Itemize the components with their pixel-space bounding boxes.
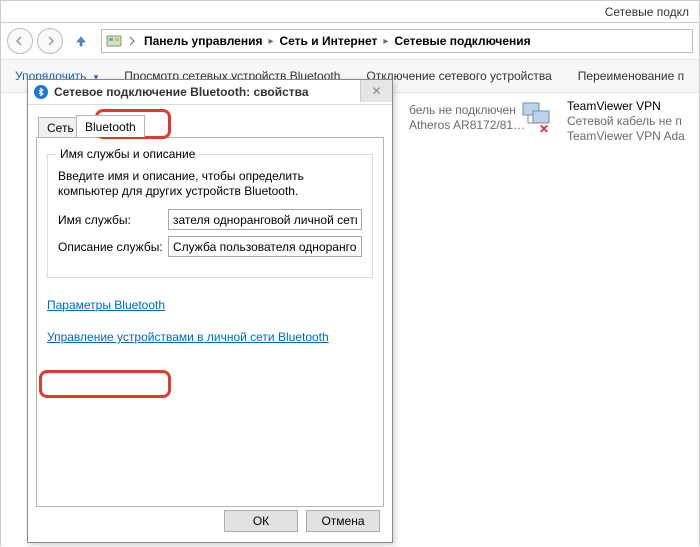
- close-button[interactable]: ✕: [360, 80, 392, 102]
- address-bar[interactable]: Панель управления ▸ Сеть и Интернет ▸ Се…: [101, 29, 693, 53]
- link-manage-pan[interactable]: Управление устройствами в личной сети Bl…: [47, 330, 329, 344]
- up-button[interactable]: [71, 31, 91, 51]
- network-item-status: Сетевой кабель не п: [567, 114, 685, 129]
- breadcrumb: Панель управления ▸ Сеть и Интернет ▸ Се…: [142, 32, 533, 50]
- dialog-titlebar[interactable]: Сетевое подключение Bluetooth: свойства …: [28, 80, 392, 105]
- service-name-input[interactable]: [168, 209, 362, 230]
- crumb-network-internet[interactable]: Сеть и Интернет: [278, 32, 380, 50]
- chevron-right-icon: [128, 35, 136, 47]
- network-item-title: TeamViewer VPN: [567, 99, 685, 114]
- service-desc-label: Описание службы:: [58, 240, 168, 254]
- link-bluetooth-params[interactable]: Параметры Bluetooth: [47, 298, 165, 312]
- bluetooth-icon: [34, 85, 48, 99]
- group-description: Введите имя и описание, чтобы определить…: [58, 169, 362, 199]
- group-legend: Имя службы и описание: [56, 147, 199, 161]
- svg-text:✕: ✕: [539, 122, 549, 135]
- network-item-text: TeamViewer VPN Сетевой кабель не п TeamV…: [567, 99, 685, 144]
- control-panel-icon: [106, 33, 122, 49]
- chevron-right-icon: ▸: [266, 36, 275, 47]
- rename-device[interactable]: Переименование п: [578, 69, 684, 83]
- chevron-right-icon: ▸: [381, 36, 390, 47]
- crumb-control-panel[interactable]: Панель управления: [142, 32, 264, 50]
- ok-button[interactable]: ОК: [224, 510, 298, 532]
- tab-strip: Сеть Bluetooth: [36, 115, 384, 137]
- window-title: Сетевые подкл: [605, 5, 689, 19]
- partial-item-text: бель не подключен Atheros AR8172/81…: [409, 103, 525, 133]
- close-icon: ✕: [371, 84, 381, 98]
- network-adapter-icon: ✕: [519, 99, 559, 135]
- network-item-teamviewer[interactable]: ✕ TeamViewer VPN Сетевой кабель не п Tea…: [519, 99, 691, 144]
- row-service-name: Имя службы:: [58, 209, 362, 230]
- network-item-adapter: TeamViewer VPN Ada: [567, 129, 685, 144]
- crumb-network-connections[interactable]: Сетевые подключения: [392, 32, 532, 50]
- back-button[interactable]: [7, 28, 33, 54]
- tab-panel: Имя службы и описание Введите имя и опис…: [36, 137, 384, 507]
- forward-button[interactable]: [37, 28, 63, 54]
- disable-device[interactable]: Отключение сетевого устройства: [366, 69, 551, 83]
- navbar: Панель управления ▸ Сеть и Интернет ▸ Се…: [1, 23, 699, 59]
- group-service-name: Имя службы и описание Введите имя и опис…: [47, 154, 373, 278]
- properties-dialog: Сетевое подключение Bluetooth: свойства …: [27, 79, 393, 543]
- window-titlebar: Сетевые подкл: [1, 1, 699, 23]
- tab-bluetooth[interactable]: Bluetooth: [76, 115, 145, 137]
- cancel-button[interactable]: Отмена: [306, 510, 380, 532]
- dialog-title: Сетевое подключение Bluetooth: свойства: [54, 85, 309, 99]
- row-service-desc: Описание службы:: [58, 236, 362, 257]
- service-name-label: Имя службы:: [58, 213, 168, 227]
- service-desc-input[interactable]: [168, 236, 362, 257]
- dialog-buttons: ОК Отмена: [224, 510, 380, 532]
